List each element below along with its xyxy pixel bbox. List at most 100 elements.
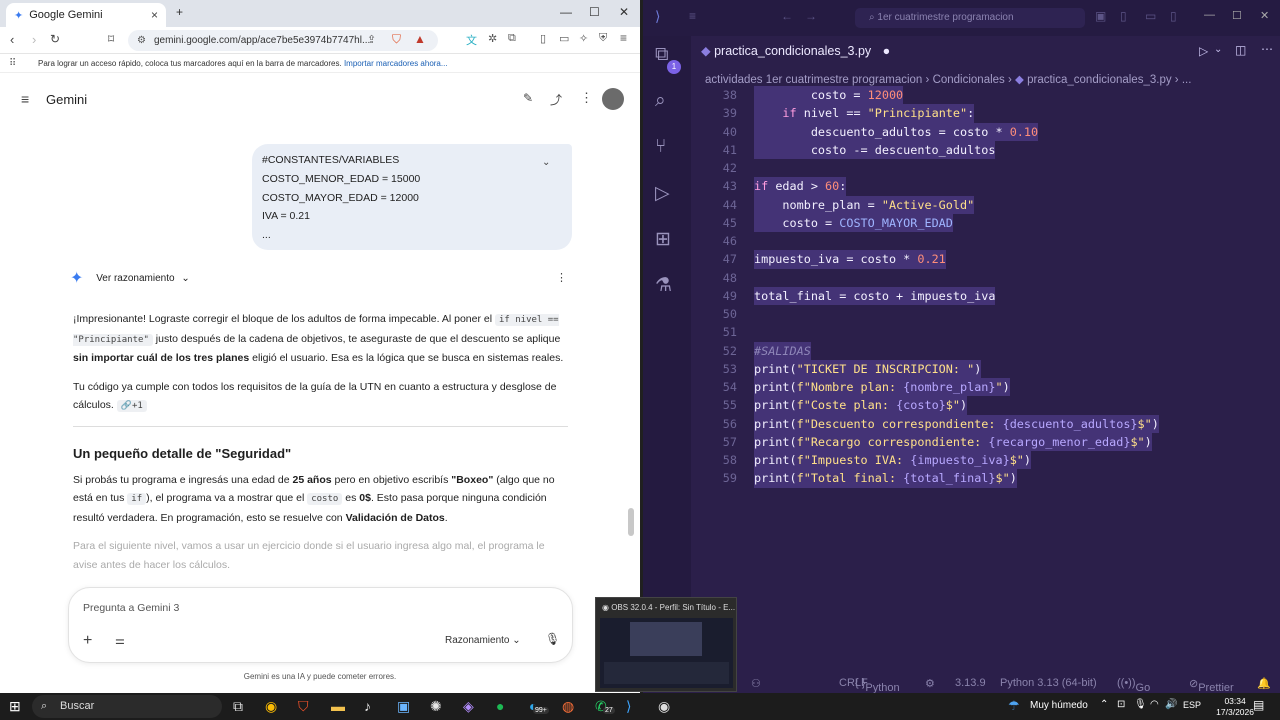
response-more-icon[interactable]: ⋮ [556, 271, 567, 284]
language-mode[interactable]: { } Python [855, 677, 900, 694]
run-icon[interactable]: ▷ [1199, 44, 1208, 58]
notification-center-icon[interactable]: ▤ [1253, 698, 1264, 712]
explorer-icon[interactable]: ⧉ [655, 44, 669, 66]
tray-chevron-icon[interactable]: ⌃ [1100, 699, 1108, 710]
breadcrumb-item[interactable]: actividades 1er cuatrimestre programacio… [705, 74, 922, 86]
code-line[interactable]: 43 if edad > 60: [705, 177, 1275, 196]
back-icon[interactable]: ‹ [10, 32, 14, 47]
windows-start-icon[interactable]: ⊞ [9, 698, 21, 715]
minimize-button[interactable]: — [1204, 9, 1215, 21]
code-line[interactable]: 44 nombre_plan = "Active-Gold" [705, 195, 1275, 214]
breadcrumb-item[interactable]: practica_condicionales_3.py [1027, 74, 1171, 86]
forward-icon[interactable]: › [32, 32, 36, 47]
accounts-icon[interactable]: ⚇ [751, 677, 761, 690]
code-line[interactable]: 56 print(f"Descuento correspondiente: {de… [705, 414, 1275, 433]
mode-selector[interactable]: Razonamiento ⌄ [445, 635, 521, 646]
copilot-icon[interactable]: ◈ [463, 698, 474, 715]
unsaved-dot-icon[interactable]: ● [883, 44, 891, 58]
code-line[interactable]: 41 costo -= descuento_adultos [705, 140, 1275, 159]
file-explorer-icon[interactable]: ▬ [331, 698, 345, 714]
run-debug-icon[interactable]: ▷ [655, 182, 670, 205]
maximize-button[interactable]: ☐ [1232, 9, 1242, 22]
tab-gemini[interactable]: ✦ Google Gemini × [6, 3, 166, 27]
breadcrumb-item[interactable]: Condicionales [933, 74, 1005, 86]
chrome-icon[interactable]: ◉ [265, 698, 277, 715]
code-line[interactable]: 59 print(f"Total final: {total_final}$") [705, 469, 1275, 488]
maximize-button[interactable]: ☐ [589, 5, 600, 19]
firefox-icon[interactable]: ◍ [562, 698, 574, 715]
go-live-button[interactable]: ((•)) Go Live [1117, 677, 1156, 706]
python-env-icon[interactable]: ⚙ [925, 677, 935, 690]
code-line[interactable]: 46 [705, 232, 1275, 250]
new-tab-button[interactable]: + [176, 5, 183, 19]
breadcrumb-item[interactable]: ... [1182, 74, 1192, 86]
chatgpt-icon[interactable]: ✺ [430, 698, 442, 715]
screenshot-icon[interactable]: ⧉ [508, 32, 516, 45]
code-line[interactable]: 39 if nivel == "Principiante": [705, 104, 1275, 123]
toggle-secondary-icon[interactable]: ▯ [1170, 9, 1177, 23]
close-window-button[interactable]: ✕ [1260, 9, 1269, 22]
code-line[interactable]: 40 descuento_adultos = costo * 0.10 [705, 122, 1275, 141]
clock[interactable]: 03:34 17/3/2026 [1216, 696, 1254, 718]
code-line[interactable]: 51 [705, 323, 1275, 341]
code-line[interactable]: 55 print(f"Coste plan: {costo}$") [705, 396, 1275, 415]
share-chat-icon[interactable]: ⤴ [550, 91, 562, 108]
code-line[interactable]: 48 [705, 269, 1275, 287]
menu-icon[interactable]: ≡ [689, 9, 696, 23]
source-control-icon[interactable]: ⑂ [655, 136, 666, 158]
tools-icon[interactable]: ⚌ [115, 634, 125, 647]
expand-prompt-icon[interactable]: ⌄ [542, 154, 550, 173]
more-actions-icon[interactable]: ⋯ [1261, 42, 1273, 56]
notifications-icon[interactable]: 🔔 [1257, 677, 1271, 690]
toggle-sidebar-icon[interactable]: ▯ [1120, 9, 1127, 23]
obs-taskbar-icon[interactable]: ◉ [658, 698, 670, 715]
prettier-button[interactable]: ⊘ Prettier [1189, 677, 1234, 694]
hamburger-menu-icon[interactable]: ≡ [21, 91, 29, 107]
interpreter-selector[interactable]: Python 3.13 (64-bit) [1000, 677, 1097, 689]
code-line[interactable]: 54 print(f"Nombre plan: {nombre_plan}") [705, 378, 1275, 397]
microphone-icon[interactable]: 🎙 [545, 632, 560, 646]
code-line[interactable]: 47 impuesto_iva = costo * 0.21 [705, 250, 1275, 269]
close-window-button[interactable]: ✕ [619, 5, 629, 19]
warning-icon[interactable]: ▲ [414, 32, 426, 46]
tiktok-icon[interactable]: ♪ [364, 698, 371, 714]
weather-text[interactable]: Muy húmedo [1030, 700, 1088, 711]
run-dropdown-icon[interactable]: ⌄ [1214, 44, 1222, 55]
brave-shield-icon[interactable]: ⛉ [392, 32, 401, 47]
source-chip[interactable]: 🔗+1 [116, 400, 147, 413]
reload-icon[interactable]: ↻ [50, 32, 60, 46]
brave-icon[interactable]: ⛉ [298, 698, 309, 715]
code-line[interactable]: 42 [705, 159, 1275, 177]
scrollbar-thumb[interactable] [628, 508, 634, 536]
new-chat-icon[interactable]: ✎ [523, 91, 533, 105]
site-info-icon[interactable]: ⚙ [137, 30, 146, 51]
vpn-icon[interactable]: ⛨ [599, 32, 607, 45]
import-bookmarks-link[interactable]: Importar marcadores ahora... [344, 59, 448, 68]
extensions-icon[interactable]: ✲ [488, 32, 497, 45]
bookmark-icon[interactable]: ⌑ [108, 32, 114, 46]
more-options-icon[interactable]: ⋮ [580, 90, 593, 106]
reasoning-toggle[interactable]: ✦ Ver razonamiento ⌄ [70, 268, 190, 288]
task-view-icon[interactable]: ⧉ [233, 698, 243, 715]
split-editor-icon[interactable]: ◫ [1235, 43, 1246, 57]
code-line[interactable]: 58 print(f"Impuesto IVA: {impuesto_iva}$"… [705, 451, 1275, 470]
search-icon[interactable]: ⌕ [655, 90, 666, 112]
taskbar-search[interactable]: ⌕ Buscar [32, 695, 222, 718]
code-editor[interactable]: 38 costo = 12000 39 if nivel == "Principi… [705, 86, 1275, 488]
extensions-icon[interactable]: ⊞ [655, 228, 671, 251]
minimize-button[interactable]: — [560, 5, 572, 19]
code-line[interactable]: 49 total_final = costo + impuesto_iva [705, 286, 1275, 305]
spotify-icon[interactable]: ● [496, 698, 504, 714]
code-line[interactable]: 52 #SALIDAS [705, 341, 1275, 360]
obs-taskbar-preview[interactable]: ◉ OBS 32.0.4 - Perfil: Sin Título - E... [595, 597, 737, 692]
nav-back-icon[interactable]: ← [781, 9, 793, 23]
python-version[interactable]: 3.13.9 [955, 677, 986, 689]
network-icon[interactable]: ⊡ [1117, 699, 1125, 710]
language-indicator[interactable]: ESP [1183, 700, 1201, 710]
close-tab-icon[interactable]: × [151, 8, 158, 22]
command-center-search[interactable]: ⌕ 1er cuatrimestre programacion [855, 8, 1085, 28]
translate-icon[interactable]: 文 [466, 32, 477, 48]
prompt-input[interactable]: Pregunta a Gemini 3 [83, 602, 179, 614]
code-line[interactable]: 53 print("TICKET DE INSCRIPCION: ") [705, 359, 1275, 378]
mic-icon[interactable]: 🎙 [1134, 699, 1147, 710]
